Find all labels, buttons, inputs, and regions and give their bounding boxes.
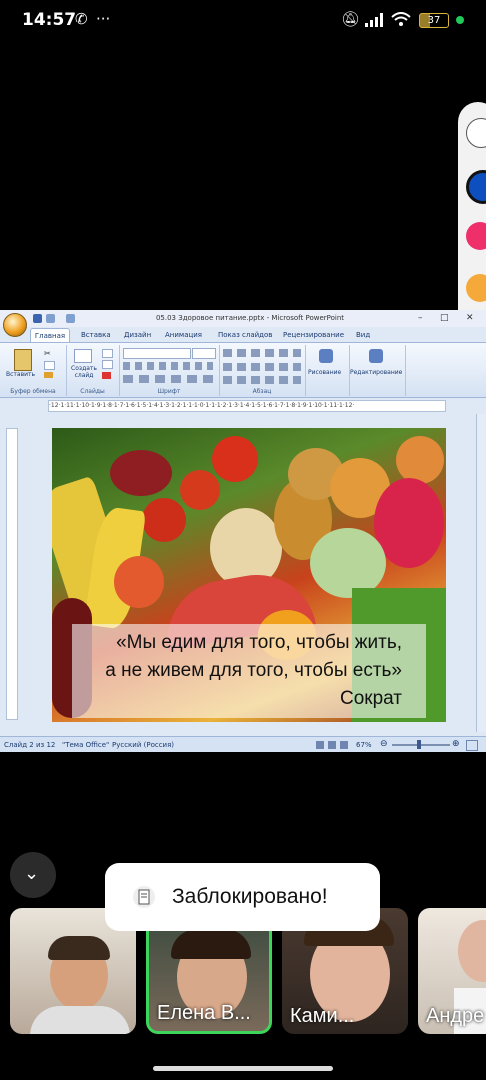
close-icon[interactable]: ✕ — [466, 313, 474, 323]
add-pink-icon[interactable] — [466, 222, 486, 250]
clipboard-group-label: Буфер обмена — [10, 388, 56, 395]
copy-icon[interactable] — [44, 361, 55, 370]
shapes-icon[interactable] — [319, 349, 333, 363]
toast-text: Заблокировано! — [172, 885, 328, 908]
font-group: Шрифт — [119, 345, 220, 396]
quote-line-1: «Мы едим для того, чтобы жить, — [116, 632, 402, 653]
zoom-slider[interactable] — [392, 744, 450, 746]
paste-icon[interactable] — [14, 349, 32, 371]
zoom-level[interactable]: 67% — [356, 741, 372, 749]
tab-design[interactable]: Дизайн — [124, 331, 151, 339]
new-slide-button[interactable]: Создать слайд — [69, 365, 99, 379]
tab-insert[interactable]: Вставка — [81, 331, 111, 339]
slides-group-label: Слайды — [80, 388, 105, 395]
fit-window-icon[interactable] — [466, 740, 478, 751]
binoculars-icon[interactable] — [369, 349, 383, 363]
paragraph-group: Абзац — [219, 345, 306, 396]
signal-icon — [365, 12, 385, 31]
direction-buttons[interactable] — [223, 363, 301, 371]
vertical-scrollbar[interactable] — [476, 414, 486, 732]
format-painter-icon[interactable] — [44, 372, 53, 378]
camera-active-dot — [456, 16, 464, 24]
editing-button[interactable]: Редактирование — [350, 369, 402, 376]
font-format-buttons[interactable] — [123, 362, 213, 370]
chevron-down-icon: ⌄ — [24, 863, 40, 884]
font-name-select[interactable] — [123, 348, 191, 359]
view-buttons[interactable] — [316, 741, 350, 749]
zoom-out-icon[interactable]: ⊖ — [380, 739, 388, 749]
participant-name: Ками... — [290, 1005, 355, 1027]
horizontal-ruler: ·12·1·11·1·10·1·9·1·8·1·7·1·6·1·5·1·4·1·… — [48, 400, 446, 412]
ppt-status-bar: Слайд 2 из 12 "Тема Office" Русский (Рос… — [0, 736, 486, 752]
paste-button[interactable]: Вставить — [6, 371, 35, 378]
zoom-in-icon[interactable]: ⊕ — [452, 739, 460, 749]
cut-icon[interactable]: ✂ — [44, 349, 51, 358]
home-indicator[interactable] — [153, 1066, 333, 1071]
title-bar: 05.03 Здоровое питание.pptx - Microsoft … — [0, 310, 486, 327]
font-effect-buttons[interactable] — [123, 375, 213, 383]
add-orange-icon[interactable] — [466, 274, 486, 302]
toast-notification: Заблокировано! — [105, 863, 380, 931]
participant-tile[interactable]: Андре — [418, 908, 486, 1034]
slide-counter: Слайд 2 из 12 — [4, 741, 56, 749]
window-title: 05.03 Здоровое питание.pptx - Microsoft … — [155, 314, 345, 322]
battery-icon: 37 — [419, 13, 449, 28]
clipboard-group: Вставить ✂ Буфер обмена — [0, 345, 67, 396]
zoom-slider-knob[interactable] — [417, 740, 421, 749]
ribbon: Вставить ✂ Буфер обмена Создать слайд Сл… — [0, 342, 486, 398]
font-group-label: Шрифт — [157, 388, 181, 395]
drawing-group: Рисование — [305, 345, 350, 396]
tab-review[interactable]: Рецензирование — [283, 331, 344, 339]
redo-icon[interactable] — [66, 314, 75, 323]
phone-call-icon: ✆ — [75, 10, 88, 28]
tab-view[interactable]: Вид — [356, 331, 370, 339]
alignment-buttons[interactable] — [223, 376, 301, 384]
tab-slideshow[interactable]: Показ слайдов — [218, 331, 272, 339]
quote-box: «Мы едим для того, чтобы жить, а не живе… — [72, 624, 426, 718]
app-icon — [133, 886, 155, 908]
mute-bell-icon: 🔕︎ — [341, 10, 361, 28]
save-icon[interactable] — [33, 314, 42, 323]
status-bar: 14:57 ✆ ··· 🔕︎ 37 — [0, 0, 486, 44]
quote-author: Сократ — [339, 688, 402, 709]
quote-line-2: а не живем для того, чтобы есть» — [105, 660, 402, 681]
vertical-ruler — [6, 428, 18, 720]
powerpoint-window: 05.03 Здоровое питание.pptx - Microsoft … — [0, 310, 486, 752]
clock: 14:57 — [22, 10, 77, 30]
paragraph-group-label: Абзац — [252, 388, 272, 395]
font-size-select[interactable] — [192, 348, 216, 359]
delete-slide-icon[interactable] — [102, 372, 111, 379]
language-indicator[interactable]: Русский (Россия) — [112, 741, 174, 749]
participant-name: Андре — [426, 1005, 485, 1027]
list-buttons[interactable] — [223, 349, 301, 357]
editing-group: Редактирование — [349, 345, 406, 396]
theme-name: "Тема Office" — [62, 741, 110, 749]
slides-group: Создать слайд Слайды — [66, 345, 120, 396]
slide-canvas: «Мы едим для того, чтобы жить, а не живе… — [52, 428, 446, 722]
collapse-panel-button[interactable]: ⌄ — [10, 852, 56, 898]
tab-animation[interactable]: Анимация — [165, 331, 202, 339]
wifi-icon — [391, 12, 411, 31]
participant-name: Елена В... — [157, 1002, 251, 1024]
layout-icon[interactable] — [102, 349, 113, 358]
undo-icon[interactable] — [46, 314, 55, 323]
tab-home[interactable]: Главная — [30, 328, 70, 343]
drawing-button[interactable]: Рисование — [308, 369, 341, 376]
minimize-icon[interactable]: – — [418, 313, 423, 323]
reset-icon[interactable] — [102, 360, 113, 369]
maximize-icon[interactable]: □ — [440, 313, 449, 323]
new-slide-icon[interactable] — [74, 349, 92, 363]
more-dots-icon: ··· — [96, 10, 111, 28]
ribbon-tabs: Главная Вставка Дизайн Анимация Показ сл… — [0, 328, 486, 343]
